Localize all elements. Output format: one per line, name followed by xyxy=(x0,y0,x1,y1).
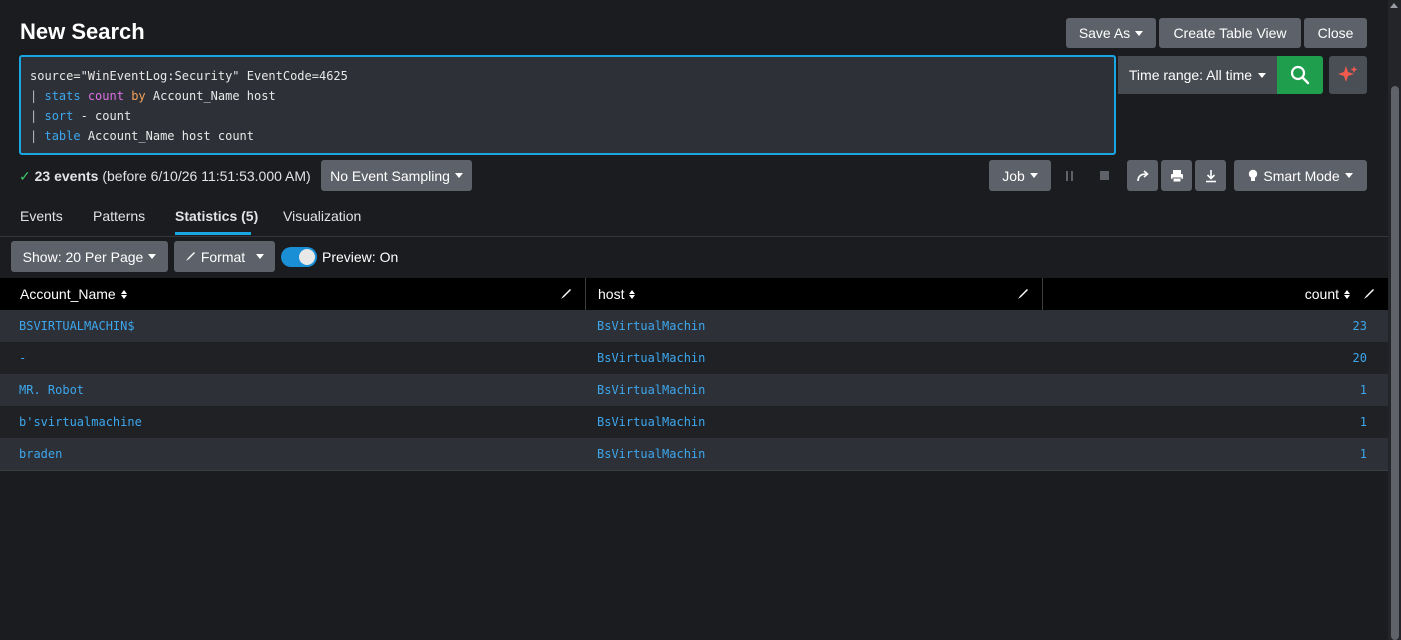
print-button[interactable] xyxy=(1161,160,1192,191)
column-header-count[interactable]: count xyxy=(1305,278,1350,310)
preview-toggle[interactable] xyxy=(281,247,317,267)
sort-icon xyxy=(629,289,636,299)
check-icon: ✓ xyxy=(19,168,31,184)
cell-host[interactable]: BsVirtualMachin xyxy=(597,438,705,470)
cell-host[interactable]: BsVirtualMachin xyxy=(597,342,705,374)
job-label: Job xyxy=(1002,167,1025,184)
sort-icon xyxy=(1344,289,1350,299)
chevron-down-icon xyxy=(1344,173,1353,178)
cell-count[interactable]: 1 xyxy=(1360,374,1367,406)
statistics-table: Account_Name host count BSVIRTUALMACHIN$… xyxy=(0,278,1388,471)
job-menu-button[interactable]: Job xyxy=(989,160,1051,191)
chevron-down-icon xyxy=(1258,72,1267,78)
scrollbar-thumb[interactable] xyxy=(1391,86,1399,640)
tab-statistics[interactable]: Statistics (5) xyxy=(175,208,258,224)
query-line-4: | table Account_Name host count xyxy=(30,129,254,143)
edit-column-icon[interactable] xyxy=(560,288,572,300)
event-sampling-dropdown[interactable]: No Event Sampling xyxy=(321,160,472,191)
save-as-label: Save As xyxy=(1078,25,1131,41)
event-count-detail: (before 6/10/26 11:51:53.000 AM) xyxy=(102,168,311,184)
time-range-label: Time range: All time xyxy=(1128,67,1253,83)
search-query-input[interactable]: source="WinEventLog:Security" EventCode=… xyxy=(19,55,1116,155)
tab-events[interactable]: Events xyxy=(20,208,63,224)
search-button[interactable] xyxy=(1277,56,1323,94)
chevron-down-icon xyxy=(1135,30,1144,36)
table-row: BSVIRTUALMACHIN$ BsVirtualMachin 23 xyxy=(0,310,1388,342)
tab-visualization[interactable]: Visualization xyxy=(283,208,361,224)
column-divider xyxy=(585,278,586,310)
ai-assistant-button[interactable] xyxy=(1329,56,1367,94)
table-header: Account_Name host count xyxy=(0,278,1388,310)
per-page-dropdown[interactable]: Show: 20 Per Page xyxy=(11,241,168,272)
edit-column-icon[interactable] xyxy=(1363,288,1375,300)
share-button[interactable] xyxy=(1127,160,1158,191)
brush-icon xyxy=(185,252,195,261)
cell-account-name[interactable]: BSVIRTUALMACHIN$ xyxy=(19,310,135,342)
cell-account-name[interactable]: MR. Robot xyxy=(19,374,84,406)
save-as-button[interactable]: Save As xyxy=(1066,18,1156,48)
query-line-3: | sort - count xyxy=(30,109,132,123)
download-icon xyxy=(1205,169,1216,182)
format-label: Format xyxy=(200,248,246,265)
table-row: - BsVirtualMachin 20 xyxy=(0,342,1388,374)
toggle-knob xyxy=(299,249,315,265)
event-sampling-label: No Event Sampling xyxy=(330,167,450,184)
search-status: ✓ 23 events (before 6/10/26 11:51:53.000… xyxy=(19,168,311,185)
search-mode-dropdown[interactable]: Smart Mode xyxy=(1234,160,1367,191)
cell-count[interactable]: 1 xyxy=(1360,406,1367,438)
cell-host[interactable]: BsVirtualMachin xyxy=(597,406,705,438)
cell-account-name[interactable]: b'svirtualmachine xyxy=(19,406,142,438)
format-button[interactable]: Format xyxy=(174,241,275,272)
cell-account-name[interactable]: - xyxy=(19,342,26,374)
column-divider xyxy=(1042,278,1043,310)
create-table-view-button[interactable]: Create Table View xyxy=(1159,18,1301,48)
query-line-2: | stats count by Account_Name host xyxy=(30,89,276,103)
scroll-up-arrow-icon[interactable] xyxy=(1390,3,1398,8)
tab-patterns[interactable]: Patterns xyxy=(93,208,145,224)
edit-column-icon[interactable] xyxy=(1017,288,1029,300)
per-page-label: Show: 20 Per Page xyxy=(22,248,144,265)
table-row: b'svirtualmachine BsVirtualMachin 1 xyxy=(0,406,1388,438)
table-row: braden BsVirtualMachin 1 xyxy=(0,438,1388,471)
search-icon xyxy=(1290,65,1310,85)
sparkle-icon xyxy=(1338,66,1358,82)
chevron-down-icon xyxy=(1029,173,1038,178)
cell-count[interactable]: 20 xyxy=(1353,342,1367,374)
cell-count[interactable]: 23 xyxy=(1353,310,1367,342)
cell-count[interactable]: 1 xyxy=(1360,438,1367,470)
cell-host[interactable]: BsVirtualMachin xyxy=(597,374,705,406)
event-count: 23 events xyxy=(34,168,99,184)
cell-account-name[interactable]: braden xyxy=(19,438,62,470)
column-header-host[interactable]: host xyxy=(598,278,636,310)
cell-host[interactable]: BsVirtualMachin xyxy=(597,310,705,342)
lightbulb-icon xyxy=(1249,169,1258,181)
preview-label: Preview: On xyxy=(322,249,399,265)
chevron-down-icon xyxy=(148,254,157,259)
print-icon xyxy=(1170,169,1183,182)
close-button[interactable]: Close xyxy=(1304,18,1367,48)
table-row: MR. Robot BsVirtualMachin 1 xyxy=(0,374,1388,406)
column-header-account-name[interactable]: Account_Name xyxy=(20,278,127,310)
active-tab-indicator xyxy=(175,232,251,235)
time-range-picker[interactable]: Time range: All time xyxy=(1118,56,1277,94)
export-button[interactable] xyxy=(1195,160,1226,191)
query-line-1: source="WinEventLog:Security" EventCode=… xyxy=(30,69,348,83)
share-icon xyxy=(1136,169,1149,181)
sort-icon xyxy=(120,289,127,299)
stop-icon[interactable] xyxy=(1100,171,1109,180)
search-mode-label: Smart Mode xyxy=(1263,167,1340,184)
chevron-down-icon xyxy=(256,254,265,259)
pause-icon[interactable] xyxy=(1064,170,1076,182)
page-title: New Search xyxy=(20,19,145,44)
chevron-down-icon xyxy=(454,173,463,178)
